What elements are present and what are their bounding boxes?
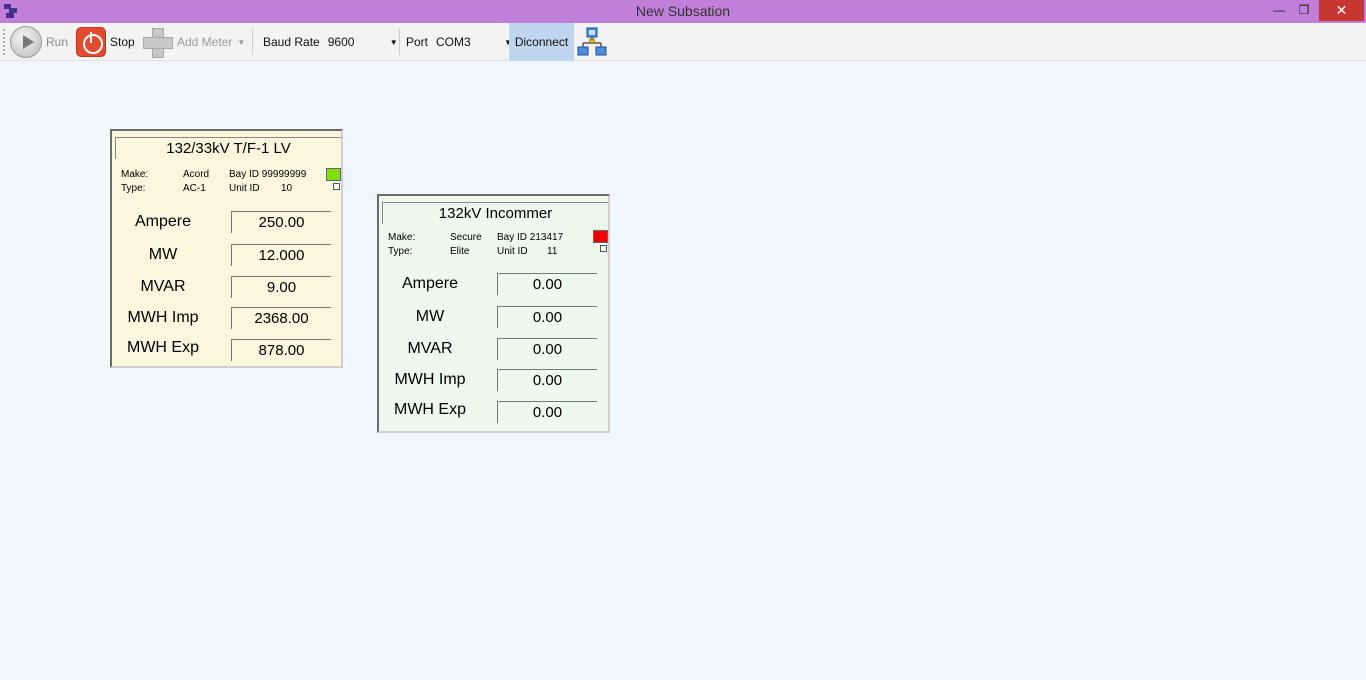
restore-button[interactable]: ❐ [1291, 0, 1317, 21]
unit-id-value: 10 [281, 183, 293, 194]
type-value: AC-1 [183, 183, 206, 194]
toolbar: Run Stop Add Meter ▼ Baud Rate 9600 ▼ Po… [0, 23, 1366, 61]
unit-id-value: 11 [547, 246, 558, 257]
reading-value: 2368.00 [231, 307, 331, 329]
reading-label: MWH Exp [127, 339, 199, 356]
reading-value: 12.000 [231, 244, 331, 266]
reading-value: 0.00 [497, 401, 597, 423]
reading-label: MWH Imp [127, 309, 199, 326]
reading-value: 0.00 [497, 369, 597, 391]
play-icon [10, 26, 42, 58]
reading-value: 9.00 [231, 276, 331, 298]
meter-panel[interactable]: 132/33kV T/F-1 LV Make: Acord Bay ID 999… [110, 129, 343, 368]
power-icon [76, 27, 106, 57]
make-value: Acord [183, 169, 210, 180]
baud-rate-control: Baud Rate 9600 ▼ [263, 23, 398, 61]
reading-label: MVAR [140, 278, 186, 295]
status-indicator [326, 168, 341, 181]
type-value: Elite [450, 246, 470, 257]
minimize-button[interactable]: — [1266, 0, 1292, 21]
toolbar-separator [399, 29, 400, 55]
toolbar-grip[interactable] [3, 29, 5, 55]
baud-rate-label: Baud Rate [263, 35, 320, 49]
status-indicator [593, 230, 608, 243]
type-label: Type: [388, 246, 413, 257]
stop-label: Stop [110, 35, 135, 49]
unit-id-label: Unit ID [229, 183, 260, 194]
type-label: Type: [121, 183, 146, 194]
network-button[interactable] [576, 23, 608, 61]
port-select[interactable]: COM3 ▼ [436, 32, 512, 52]
window-title: New Subsation [635, 3, 731, 19]
reading-value: 0.00 [497, 306, 597, 328]
bay-id: Bay ID 99999999 [229, 169, 307, 180]
port-value: COM3 [436, 35, 471, 49]
reading-label: Ampere [134, 213, 192, 230]
reading-value: 0.00 [497, 338, 597, 360]
plus-icon [141, 26, 173, 58]
reading-label: MVAR [407, 340, 453, 357]
reading-label: MWH Imp [394, 371, 466, 388]
make-value: Secure [450, 232, 482, 243]
add-meter-label: Add Meter [177, 35, 233, 49]
reading-label: MW [415, 308, 445, 325]
reading-value: 878.00 [231, 339, 331, 361]
select-checkbox[interactable] [600, 245, 607, 252]
run-label: Run [46, 35, 69, 49]
add-meter-button[interactable]: Add Meter ▼ [141, 23, 245, 61]
reading-value: 0.00 [497, 273, 597, 295]
meter-title: 132kV Incommer [382, 202, 608, 224]
select-checkbox[interactable] [333, 183, 340, 190]
toolbar-separator [252, 29, 253, 55]
reading-label: MWH Exp [394, 401, 466, 418]
port-label: Port [406, 35, 429, 49]
chevron-down-icon: ▼ [237, 37, 246, 47]
make-label: Make: [121, 169, 149, 180]
disconnect-label: Diconnect [514, 35, 569, 49]
reading-label: Ampere [401, 275, 459, 292]
stop-button[interactable]: Stop [76, 23, 135, 61]
meter-title: 132/33kV T/F-1 LV [115, 137, 341, 159]
port-control: Port COM3 ▼ [406, 23, 512, 61]
baud-rate-select[interactable]: 9600 ▼ [328, 32, 398, 52]
bay-id: Bay ID 213417 [497, 232, 564, 243]
reading-value: 250.00 [231, 211, 331, 233]
make-label: Make: [388, 232, 416, 243]
close-button[interactable]: ✕ [1319, 0, 1364, 21]
disconnect-button[interactable]: Diconnect [509, 23, 574, 61]
network-icon [577, 27, 607, 56]
baud-rate-value: 9600 [327, 35, 355, 49]
chevron-down-icon: ▼ [389, 37, 398, 47]
reading-label: MW [148, 246, 178, 263]
title-bar: New Subsation — ❐ ✕ [0, 0, 1366, 23]
meter-panel[interactable]: 132kV Incommer Make: Secure Bay ID 21341… [377, 194, 610, 433]
run-button[interactable]: Run [10, 23, 68, 61]
unit-id-label: Unit ID [497, 246, 528, 257]
